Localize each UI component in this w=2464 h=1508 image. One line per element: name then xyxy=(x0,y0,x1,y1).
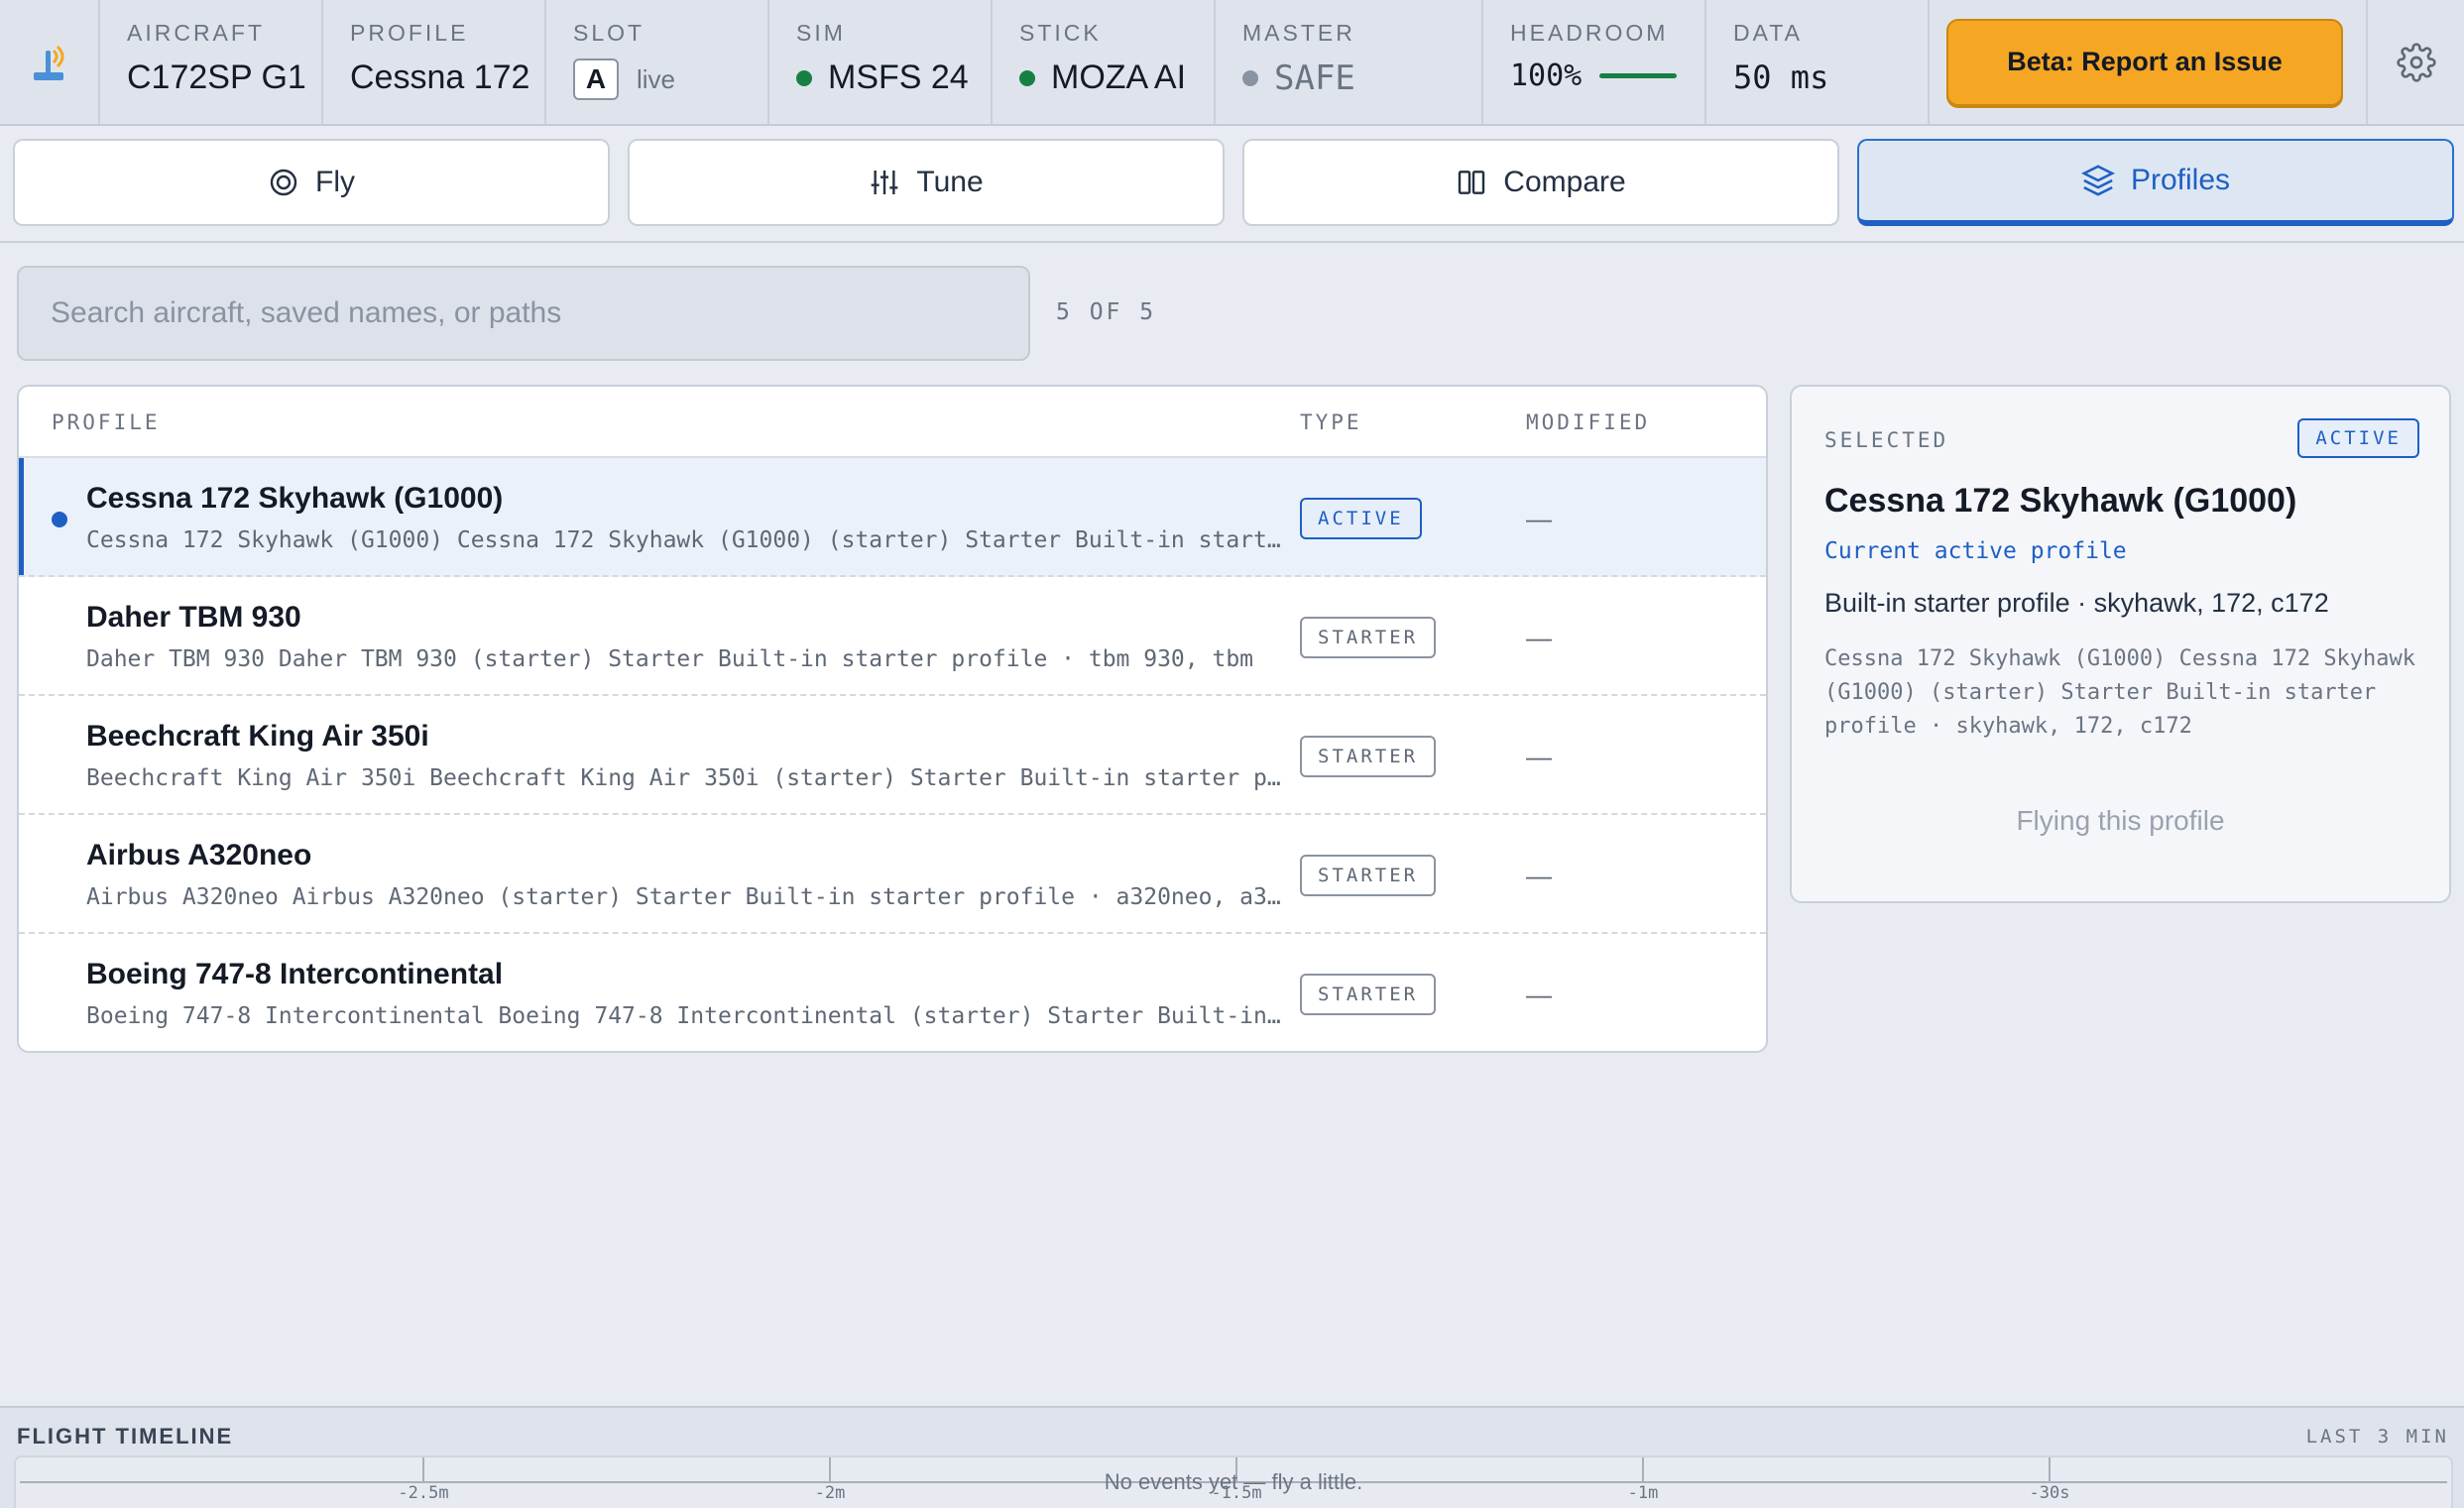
app-logo xyxy=(0,0,100,124)
headroom-value: 100% xyxy=(1510,58,1583,93)
sim-stat: SIM MSFS 24 xyxy=(769,0,993,124)
header-modified: MODIFIED xyxy=(1526,410,1651,434)
flight-timeline: FLIGHT TIMELINE LAST 3 MIN -2.5m -2m -1.… xyxy=(0,1406,2464,1508)
master-status-dot xyxy=(1242,70,1258,86)
tab-fly[interactable]: Fly xyxy=(13,139,610,226)
profile-detail: Beechcraft King Air 350i Beechcraft King… xyxy=(86,765,1286,791)
tab-profiles-label: Profiles xyxy=(2130,164,2231,196)
active-indicator-dot xyxy=(52,512,67,527)
sliders-icon xyxy=(872,171,898,194)
columns-icon xyxy=(1459,171,1485,194)
timeline-track[interactable]: -2.5m -2m -1.5m -1m -30s No events yet —… xyxy=(14,1455,2453,1508)
tab-profiles[interactable]: Profiles xyxy=(1857,139,2454,226)
profile-detail: Boeing 747-8 Intercontinental Boeing 747… xyxy=(86,1003,1286,1029)
aircraft-stat: AIRCRAFT C172SP G1 xyxy=(100,0,323,124)
data-stat: DATA 50 ms xyxy=(1706,0,1930,124)
table-row[interactable]: Boeing 747-8 Intercontinental Boeing 747… xyxy=(19,934,1766,1051)
type-badge: STARTER xyxy=(1300,736,1437,777)
table-header: PROFILE TYPE MODIFIED xyxy=(19,387,1766,458)
sim-value: MSFS 24 xyxy=(828,58,969,96)
modified-value: — xyxy=(1526,742,1552,771)
main-nav: Fly Tune Compare Profiles xyxy=(13,139,2454,228)
timeline-empty-message: No events yet — fly a little. xyxy=(1104,1469,1363,1494)
slot-label: SLOT xyxy=(573,20,645,46)
aircraft-label: AIRCRAFT xyxy=(127,20,265,46)
type-badge: STARTER xyxy=(1300,974,1437,1015)
slot-state: live xyxy=(637,63,676,94)
selected-description: Built-in starter profile · skyhawk, 172,… xyxy=(1824,588,2329,618)
tab-compare[interactable]: Compare xyxy=(1242,139,1839,226)
tab-compare-label: Compare xyxy=(1503,166,1626,198)
master-label: MASTER xyxy=(1242,20,1355,46)
selected-title: Cessna 172 Skyhawk (G1000) xyxy=(1824,482,2297,520)
tab-fly-label: Fly xyxy=(315,166,355,198)
master-stat: MASTER SAFE xyxy=(1216,0,1483,124)
report-issue-button[interactable]: Beta: Report an Issue xyxy=(1946,18,2343,106)
gear-icon xyxy=(2396,42,2436,82)
profile-table: PROFILE TYPE MODIFIED Cessna 172 Skyhawk… xyxy=(17,385,1768,1053)
profile-name: Cessna 172 Skyhawk (G1000) xyxy=(86,482,504,515)
profile-stat: PROFILE Cessna 172 xyxy=(323,0,546,124)
sim-status-dot xyxy=(796,69,812,86)
profile-name: Boeing 747-8 Intercontinental xyxy=(86,958,504,990)
type-badge: STARTER xyxy=(1300,617,1437,658)
nav-divider xyxy=(0,241,2464,243)
profile-detail: Daher TBM 930 Daher TBM 930 (starter) St… xyxy=(86,646,1254,672)
profile-detail: Cessna 172 Skyhawk (G1000) Cessna 172 Sk… xyxy=(86,527,1286,553)
result-count: 5 OF 5 xyxy=(1056,299,1157,325)
profile-name: Airbus A320neo xyxy=(86,839,312,871)
stick-status-dot xyxy=(1019,69,1035,86)
modified-value: — xyxy=(1526,980,1552,1009)
settings-button[interactable] xyxy=(2368,0,2464,124)
profile-detail: Airbus A320neo Airbus A320neo (starter) … xyxy=(86,884,1286,910)
slot-stat: SLOT A live xyxy=(546,0,769,124)
tab-tune[interactable]: Tune xyxy=(628,139,1225,226)
modified-value: — xyxy=(1526,623,1552,652)
selected-status-badge: ACTIVE xyxy=(2297,418,2419,458)
selected-status-text: Current active profile xyxy=(1824,538,2127,564)
tab-tune-label: Tune xyxy=(916,166,984,198)
selected-detail: Cessna 172 Skyhawk (G1000) Cessna 172 Sk… xyxy=(1824,646,2416,739)
profile-label: PROFILE xyxy=(350,20,469,46)
headroom-meter xyxy=(1599,73,1678,78)
modified-value: — xyxy=(1526,504,1552,533)
headroom-label: HEADROOM xyxy=(1510,20,1669,46)
stick-label: STICK xyxy=(1019,20,1102,46)
selected-label: SELECTED xyxy=(1824,428,1949,452)
header-type: TYPE xyxy=(1300,410,1362,434)
profile-name: Beechcraft King Air 350i xyxy=(86,720,429,753)
headroom-stat: HEADROOM 100% xyxy=(1483,0,1706,124)
modified-value: — xyxy=(1526,861,1552,890)
profile-value: Cessna 172 xyxy=(350,58,530,96)
target-icon xyxy=(270,169,297,196)
flying-status-button: Flying this profile xyxy=(2016,805,2225,836)
layers-icon xyxy=(2080,165,2115,196)
data-value: 50 ms xyxy=(1733,58,1829,96)
stick-value: MOZA AI xyxy=(1051,58,1187,96)
header-profile: PROFILE xyxy=(52,410,161,434)
type-badge: ACTIVE xyxy=(1300,498,1422,539)
sim-label: SIM xyxy=(796,20,846,46)
aircraft-value: C172SP G1 xyxy=(127,58,306,96)
master-value: SAFE xyxy=(1274,58,1355,98)
joystick-icon xyxy=(33,45,63,80)
status-bar: AIRCRAFT C172SP G1 PROFILE Cessna 172 SL… xyxy=(0,0,2464,126)
data-label: DATA xyxy=(1733,20,1803,46)
selected-profile-panel: SELECTED ACTIVE Cessna 172 Skyhawk (G100… xyxy=(1790,385,2451,903)
stick-stat: STICK MOZA AI xyxy=(993,0,1216,124)
table-row[interactable]: Beechcraft King Air 350i Beechcraft King… xyxy=(19,696,1766,815)
table-row[interactable]: Daher TBM 930 Daher TBM 930 Daher TBM 93… xyxy=(19,577,1766,696)
search-input[interactable] xyxy=(17,266,1030,361)
timeline-range: LAST 3 MIN xyxy=(2305,1426,2449,1448)
profile-name: Daher TBM 930 xyxy=(86,601,301,634)
table-row[interactable]: Airbus A320neo Airbus A320neo Airbus A32… xyxy=(19,815,1766,934)
type-badge: STARTER xyxy=(1300,855,1437,896)
table-row[interactable]: Cessna 172 Skyhawk (G1000) Cessna 172 Sk… xyxy=(19,458,1766,577)
timeline-title: FLIGHT TIMELINE xyxy=(17,1424,234,1449)
slot-badge[interactable]: A xyxy=(573,58,619,100)
